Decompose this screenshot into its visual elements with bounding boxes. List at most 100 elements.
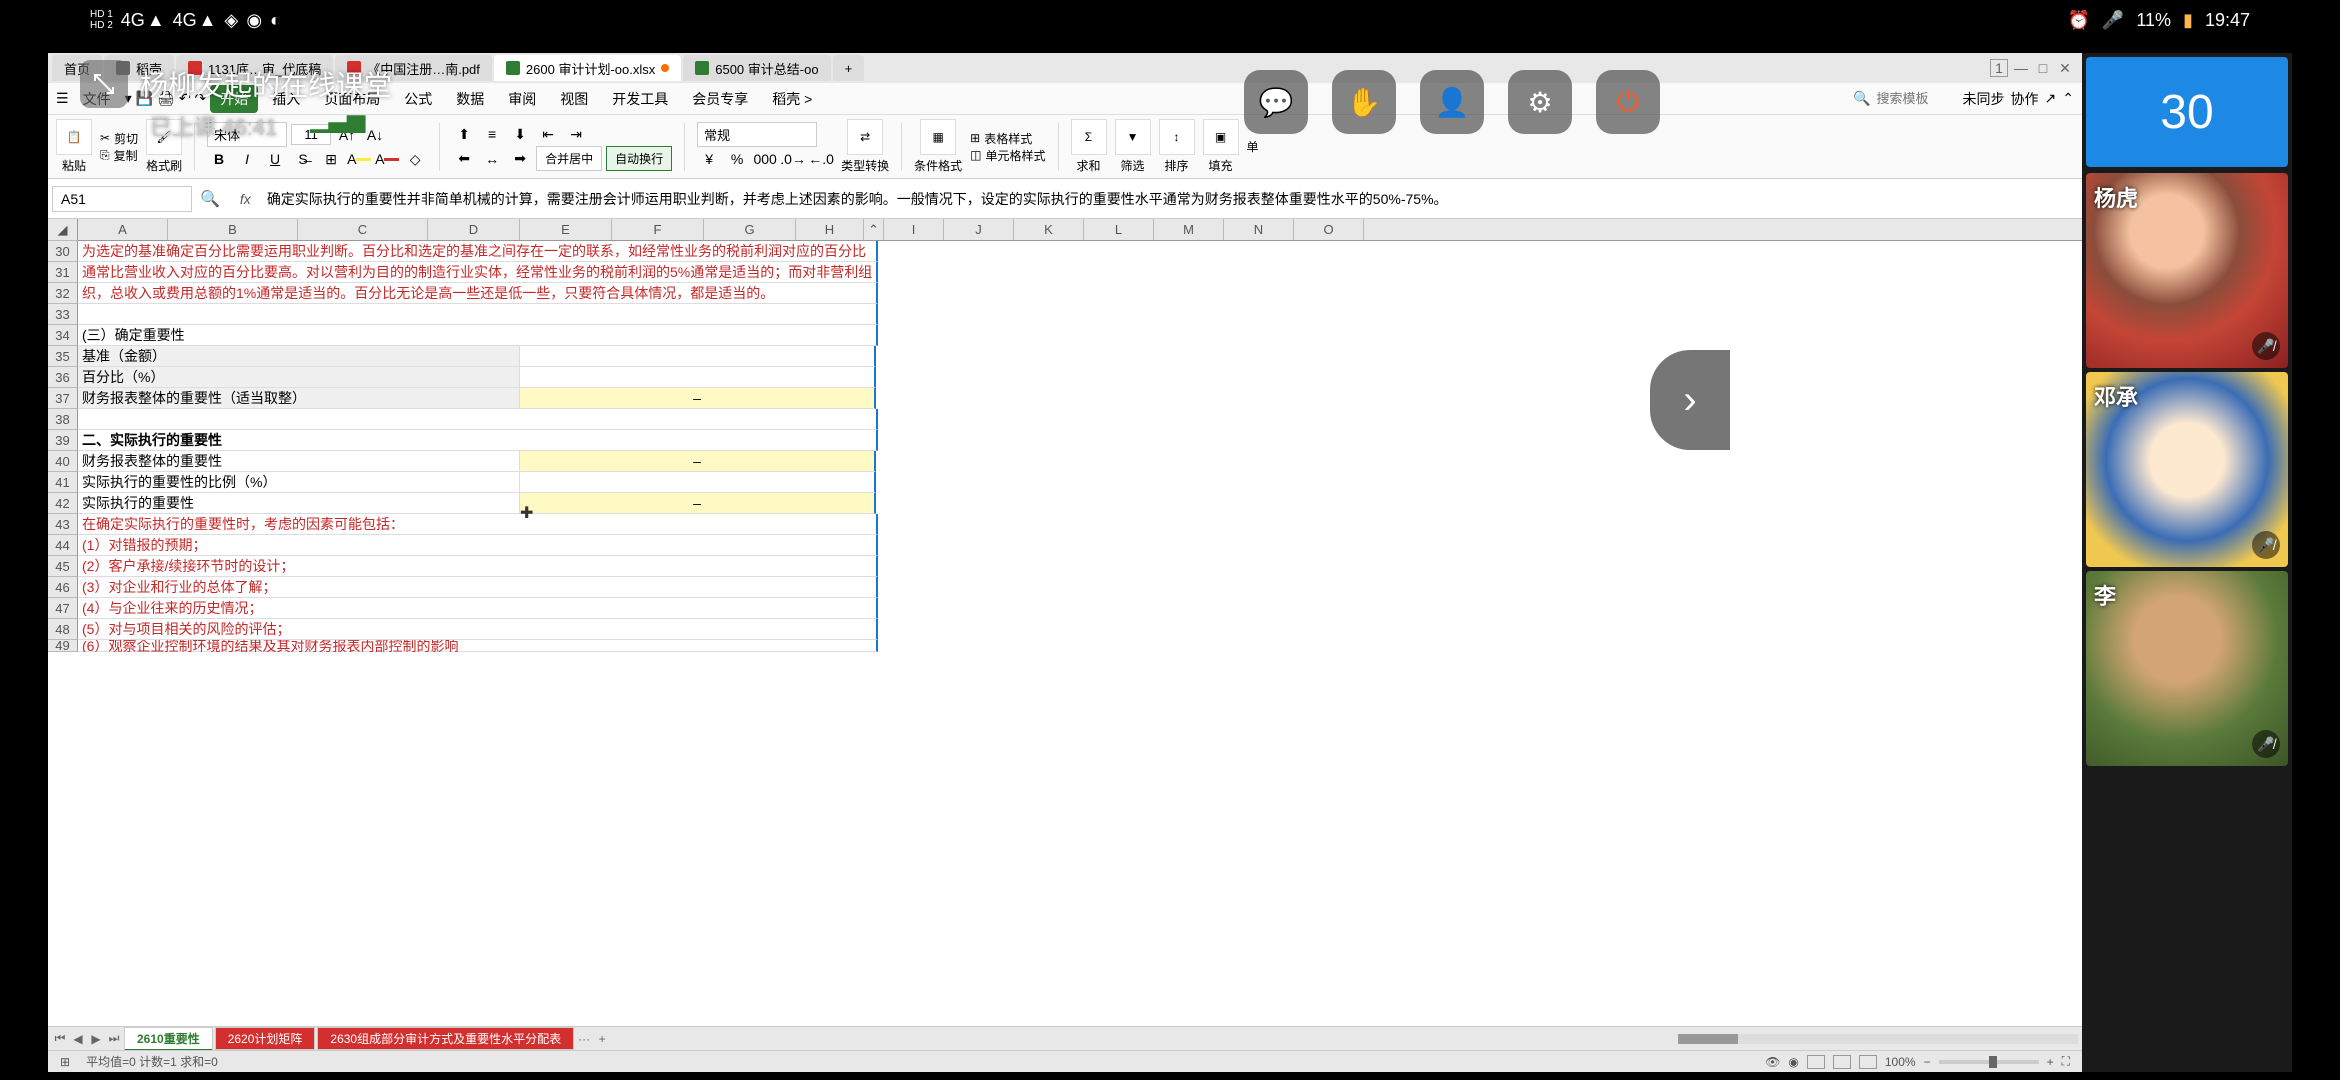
row-header[interactable]: 39 [48,430,78,451]
cell-A48[interactable]: (5）对与项目相关的风险的评估； [78,619,878,640]
sheet-nav-prev[interactable]: ◀ [70,1032,86,1046]
participant-count[interactable]: 30 [2086,57,2288,167]
row-header[interactable]: 37 [48,388,78,409]
participant-3[interactable]: 李 🎤̸ [2086,571,2288,766]
indent-decrease-icon[interactable]: ⇤ [536,122,560,146]
col-header-O[interactable]: O [1294,219,1364,240]
chat-button[interactable]: 💬 [1244,70,1308,134]
cell-A38[interactable] [78,409,878,430]
zoom-formula-icon[interactable]: 🔍 [192,189,228,209]
cell-A44[interactable]: (1）对错报的预期； [78,535,878,556]
merge-center-button[interactable]: 合并居中 [536,146,602,171]
align-left-icon[interactable]: ⬅ [452,147,476,171]
zoom-in-button[interactable]: + [2047,1055,2054,1069]
sheet-tab-2630[interactable]: 2630组成部分审计方式及重要性水平分配表 [317,1027,574,1050]
clear-format-button[interactable]: ◇ [403,147,427,171]
fullscreen-icon[interactable]: ⛶ [2062,1054,2070,1069]
row-header[interactable]: 33 [48,304,78,325]
ribbon-formula[interactable]: 公式 [394,85,442,113]
tab-xlsx-active[interactable]: 2600 审计计划-oo.xlsx [494,55,681,81]
cell-A42[interactable]: 实际执行的重要性 [78,493,520,514]
cell-A43[interactable]: 在确定实际执行的重要性时，考虑的因素可能包括： [78,514,878,535]
cell-A47[interactable]: (4）与企业往来的历史情况； [78,598,878,619]
auto-wrap-button[interactable]: 自动换行 [606,146,672,171]
row-header[interactable]: 40 [48,451,78,472]
cell-mode-icon[interactable]: ⊞ [60,1055,70,1069]
cell-A30[interactable]: 为选定的基准确定百分比需要运用职业判断。百分比和选定的基准之间存在一定的联系，如… [78,241,878,262]
collapse-ribbon-icon[interactable]: ⌃ [2062,90,2074,107]
cell-A49[interactable]: (6）观察企业控制环境的结果及其对财务报表内部控制的影响 [78,640,878,652]
fx-label[interactable]: fx [228,191,263,207]
sheet-add[interactable]: + [594,1032,610,1046]
view-page-icon[interactable] [1833,1055,1851,1069]
cell-style-icon[interactable]: ◫ [970,148,981,162]
indent-increase-icon[interactable]: ⇥ [564,122,588,146]
col-header-G[interactable]: G [704,219,796,240]
view-break-icon[interactable] [1859,1055,1877,1069]
minimize-button[interactable]: — [2012,59,2030,77]
ribbon-review[interactable]: 审阅 [498,85,546,113]
cell-E35[interactable] [520,346,876,367]
cell-E40[interactable]: – [520,451,876,472]
cell-E37[interactable]: – [520,388,876,409]
maximize-button[interactable]: □ [2034,59,2052,77]
cell-A32[interactable]: 织，总收入或费用总额的1%通常是适当的。百分比无论是高一些还是低一些，只要符合具… [78,283,878,304]
type-convert-button[interactable]: ⇄ [847,119,883,155]
sheet-more[interactable]: ··· [576,1032,592,1046]
row-header[interactable]: 48 [48,619,78,640]
cell-A46[interactable]: (3）对企业和行业的总体了解； [78,577,878,598]
decimal-increase-icon[interactable]: .0→ [781,147,805,171]
col-header-F[interactable]: F [612,219,704,240]
currency-icon[interactable]: ¥ [697,147,721,171]
row-header[interactable]: 38 [48,409,78,430]
participant-2[interactable]: 邓承 🎤̸ [2086,372,2288,567]
view-normal-icon[interactable] [1807,1055,1825,1069]
cell-E41[interactable] [520,472,876,493]
cell-E42[interactable]: – [520,493,876,514]
bold-button[interactable]: B [207,147,231,171]
table-style-icon[interactable]: ⊞ [970,131,980,145]
align-center-icon[interactable]: ↔ [480,147,504,171]
ribbon-member[interactable]: 会员专享 [682,85,758,113]
row-header[interactable]: 32 [48,283,78,304]
underline-button[interactable]: U [263,147,287,171]
filter-button[interactable]: ▼ [1115,119,1151,155]
new-tab-button[interactable]: + [833,55,865,81]
search-icon[interactable]: 🔍 [1853,90,1870,107]
row-header[interactable]: 30 [48,241,78,262]
share-icon[interactable]: ↗ [2045,90,2057,107]
row-header[interactable]: 41 [48,472,78,493]
col-header-J[interactable]: J [944,219,1014,240]
percent-icon[interactable]: % [725,147,749,171]
italic-button[interactable]: I [235,147,259,171]
col-header-E[interactable]: E [520,219,612,240]
col-header-N[interactable]: N [1224,219,1294,240]
power-button[interactable]: ⏻ [1596,70,1660,134]
ribbon-addon[interactable]: 稻壳 > [762,85,822,113]
sheet-tab-2620[interactable]: 2620计划矩阵 [215,1027,316,1050]
cell-reference-input[interactable] [52,186,192,212]
col-header-K[interactable]: K [1014,219,1084,240]
align-middle-icon[interactable]: ≡ [480,122,504,146]
number-format-select[interactable]: 常规 [697,122,817,147]
ribbon-view[interactable]: 视图 [550,85,598,113]
col-header-H[interactable]: H [796,219,864,240]
ribbon-data[interactable]: 数据 [446,85,494,113]
col-header-B[interactable]: B [168,219,298,240]
paste-button[interactable]: 📋 [56,119,92,155]
row-header[interactable]: 46 [48,577,78,598]
col-header-H-expand[interactable]: ⌃ [864,219,884,240]
border-button[interactable]: ⊞ [319,147,343,171]
close-button[interactable]: ✕ [2056,59,2074,77]
decrease-font-icon[interactable]: A↓ [363,123,387,147]
raise-hand-button[interactable]: ✋ [1332,70,1396,134]
participant-1[interactable]: 杨虎 🎤̸ [2086,173,2288,368]
row-header[interactable]: 36 [48,367,78,388]
cut-icon[interactable]: ✂ [100,131,110,145]
align-bottom-icon[interactable]: ⬇ [508,122,532,146]
sheet-tab-2610[interactable]: 2610重要性 [124,1027,213,1051]
select-all-corner[interactable]: ◢ [48,219,78,241]
hamburger-icon[interactable]: ☰ [56,90,69,107]
zoom-out-button[interactable]: − [1924,1055,1931,1069]
expand-panel-button[interactable]: › [1650,350,1730,450]
